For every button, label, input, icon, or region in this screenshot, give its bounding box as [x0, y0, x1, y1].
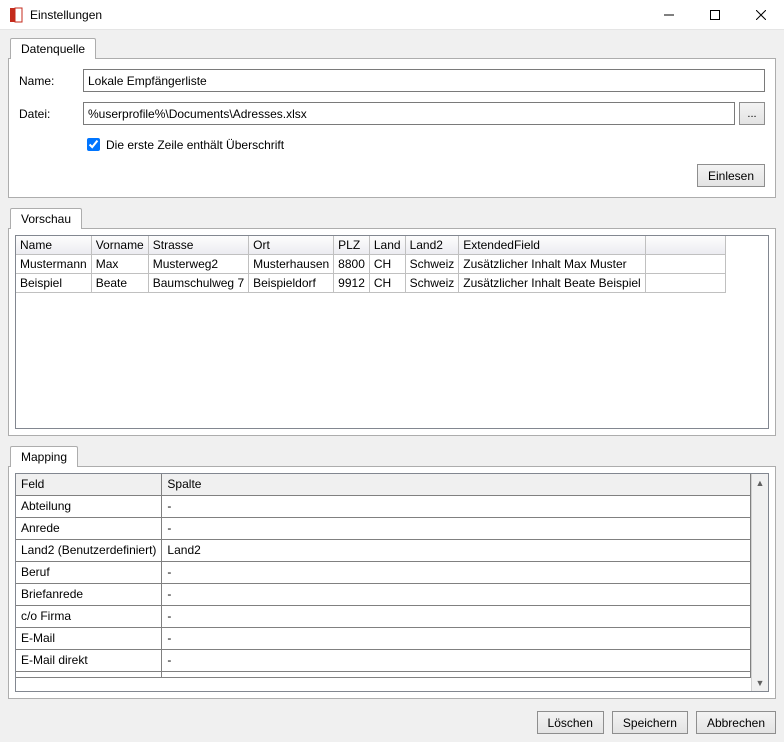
tab-vorschau[interactable]: Vorschau [10, 208, 82, 229]
table-row[interactable]: Land2 (Benutzerdefiniert)Land2 [16, 540, 751, 562]
scroll-down-icon[interactable]: ▼ [752, 674, 768, 691]
titlebar: Einstellungen [0, 0, 784, 30]
tab-datenquelle[interactable]: Datenquelle [10, 38, 96, 59]
tab-mapping[interactable]: Mapping [10, 446, 78, 467]
name-label: Name: [19, 74, 83, 88]
table-row[interactable]: Briefanrede- [16, 584, 751, 606]
table-row[interactable]: Abteilung- [16, 496, 751, 518]
table-row[interactable]: c/o Firma- [16, 606, 751, 628]
table-row[interactable] [16, 672, 751, 678]
preview-header[interactable]: Land2 [405, 236, 459, 255]
mapping-scrollbar[interactable]: ▲ ▼ [751, 474, 768, 691]
maximize-button[interactable] [692, 0, 738, 30]
browse-button[interactable]: ... [739, 102, 765, 125]
window-title: Einstellungen [30, 8, 102, 22]
mapping-grid[interactable]: FeldSpalteAbteilung-Anrede-Land2 (Benutz… [16, 474, 751, 691]
einlesen-button[interactable]: Einlesen [697, 164, 765, 187]
client-area: Datenquelle Name: Datei: ... Die erste Z… [0, 30, 784, 742]
preview-header[interactable]: Vorname [91, 236, 148, 255]
preview-header[interactable]: Name [16, 236, 91, 255]
group-datenquelle: Datenquelle Name: Datei: ... Die erste Z… [8, 36, 776, 198]
group-vorschau: Vorschau NameVornameStrasseOrtPLZLandLan… [8, 206, 776, 436]
preview-grid[interactable]: NameVornameStrasseOrtPLZLandLand2Extende… [15, 235, 769, 429]
first-row-header-label[interactable]: Die erste Zeile enthält Überschrift [106, 138, 284, 152]
table-row[interactable]: Beruf- [16, 562, 751, 584]
speichern-button[interactable]: Speichern [612, 711, 688, 734]
table-row[interactable]: E-Mail direkt- [16, 650, 751, 672]
datei-label: Datei: [19, 107, 83, 121]
close-button[interactable] [738, 0, 784, 30]
first-row-header-checkbox[interactable] [87, 138, 100, 151]
mapping-header[interactable]: Spalte [162, 474, 751, 496]
group-mapping: Mapping FeldSpalteAbteilung-Anrede-Land2… [8, 444, 776, 699]
mapping-header[interactable]: Feld [16, 474, 162, 496]
footer-buttons: Löschen Speichern Abbrechen [8, 707, 776, 734]
preview-header[interactable]: Strasse [148, 236, 248, 255]
name-input[interactable] [83, 69, 765, 92]
table-row[interactable]: BeispielBeateBaumschulweg 7Beispieldorf9… [16, 274, 725, 293]
app-icon [8, 7, 24, 23]
loeschen-button[interactable]: Löschen [537, 711, 604, 734]
preview-header[interactable] [645, 236, 725, 255]
preview-header[interactable]: Ort [249, 236, 334, 255]
table-row[interactable]: Anrede- [16, 518, 751, 540]
datei-input[interactable] [83, 102, 735, 125]
table-row[interactable]: MustermannMaxMusterweg2Musterhausen8800C… [16, 255, 725, 274]
preview-header[interactable]: PLZ [334, 236, 370, 255]
abbrechen-button[interactable]: Abbrechen [696, 711, 776, 734]
minimize-button[interactable] [646, 0, 692, 30]
preview-header[interactable]: ExtendedField [459, 236, 645, 255]
scroll-up-icon[interactable]: ▲ [752, 474, 768, 491]
preview-header[interactable]: Land [369, 236, 405, 255]
table-row[interactable]: E-Mail- [16, 628, 751, 650]
